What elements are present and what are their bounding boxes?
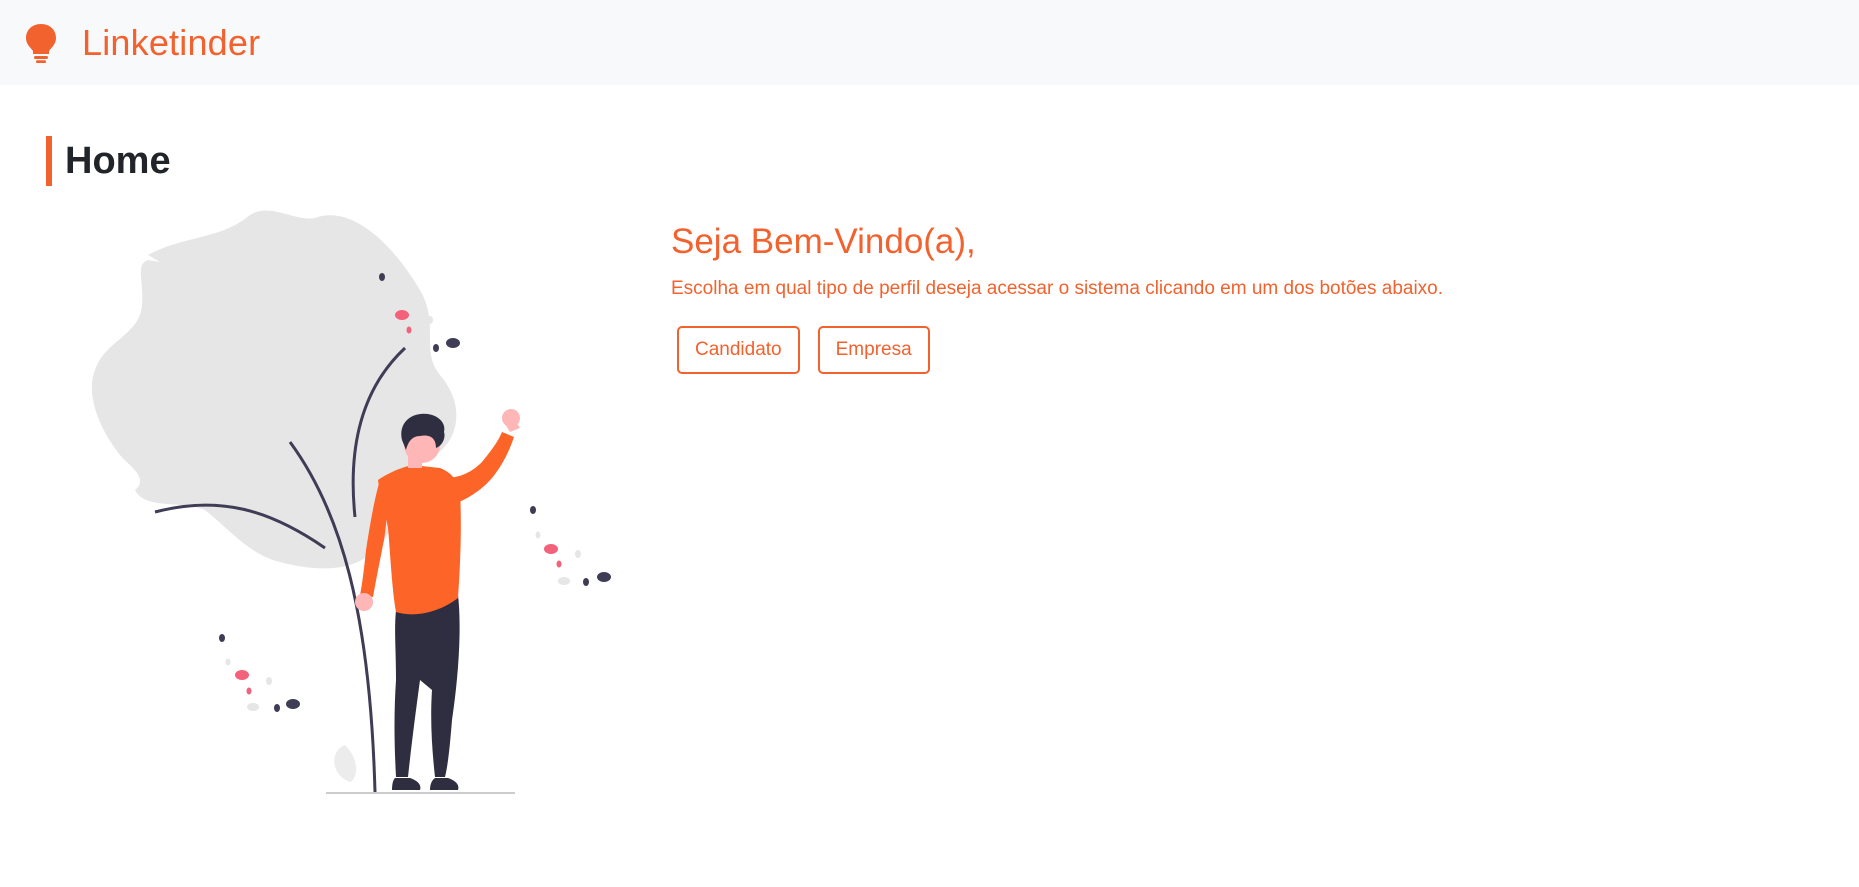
- brand-link[interactable]: Linketinder: [24, 22, 260, 64]
- page-title: Home: [46, 136, 171, 186]
- welcome-subtitle: Escolha em qual tipo de perfil deseja ac…: [671, 278, 1444, 299]
- navbar: Linketinder: [0, 0, 1859, 85]
- candidato-button[interactable]: Candidato: [677, 326, 800, 374]
- welcome-heading: Seja Bem-Vindo(a),: [671, 222, 976, 261]
- page-title-text: Home: [65, 139, 171, 182]
- empresa-button[interactable]: Empresa: [817, 326, 930, 374]
- brand-name: Linketinder: [82, 21, 261, 63]
- lightbulb-icon: [26, 23, 56, 63]
- welcome-section: Seja Bem-Vindo(a), Escolha em qual tipo …: [671, 218, 1443, 374]
- person-waving-illustration: [91, 210, 611, 794]
- profile-button-group: Candidato Empresa: [677, 326, 1443, 374]
